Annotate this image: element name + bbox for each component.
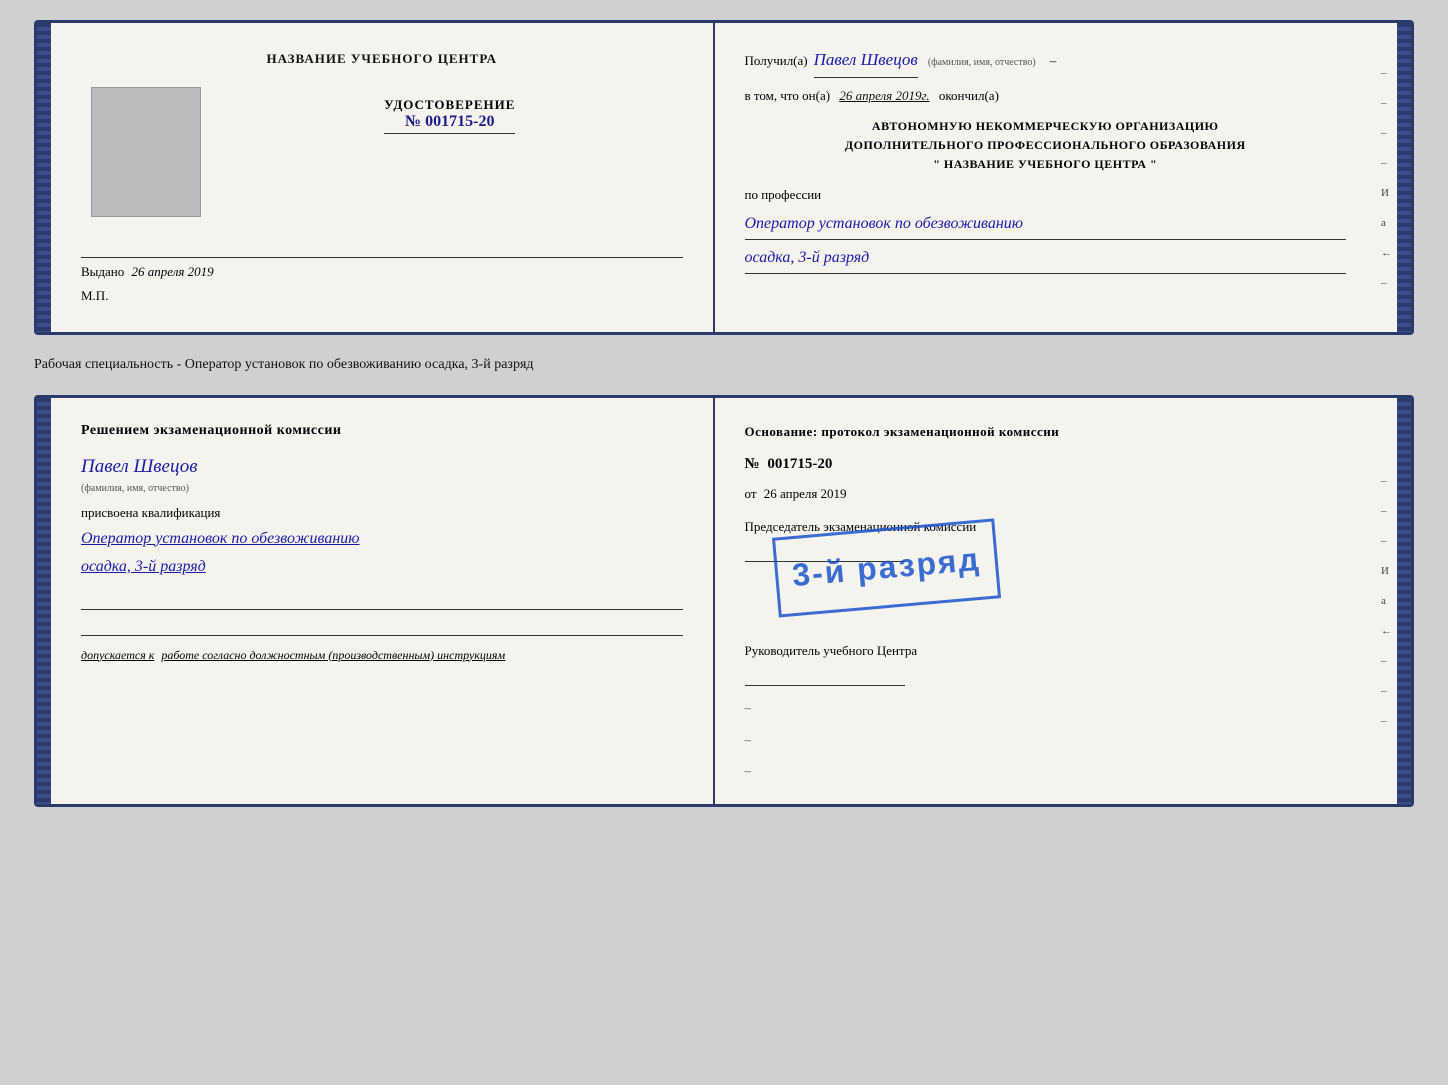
caption-between: Рабочая специальность - Оператор установ… <box>34 353 1414 377</box>
doc2-right-edge: – – – И а ← – – – <box>1376 398 1397 804</box>
sig-line-2 <box>81 614 683 636</box>
stamp-text: 3-й разряд <box>790 541 981 593</box>
doc1-spine <box>37 23 51 332</box>
profession-sub: осадка, 3-й разряд <box>745 244 1347 274</box>
doc1-spine-right <box>1397 23 1411 332</box>
document-2: Решением экзаменационной комиссии Павел … <box>34 395 1414 807</box>
doc2-left-page: Решением экзаменационной комиссии Павел … <box>51 398 715 804</box>
profession-name: Оператор установок по обезвоживанию <box>745 210 1347 240</box>
doc1-center-title: НАЗВАНИЕ УЧЕБНОГО ЦЕНТРА <box>266 51 497 67</box>
qualification-text: Оператор установок по обезвоживанию <box>81 528 683 550</box>
po-professii: по профессии <box>745 183 1347 206</box>
name-block2: Павел Швецов (фамилия, имя, отчество) <box>81 452 683 496</box>
org-block: АВТОНОМНУЮ НЕКОММЕРЧЕСКУЮ ОРГАНИЗАЦИЮ ДО… <box>745 117 1347 175</box>
dash1: – <box>1050 49 1057 72</box>
rukovoditel-sig-line <box>745 664 905 686</box>
dopuskaetsya: допускается к работе согласно должностны… <box>81 646 683 664</box>
photo-placeholder <box>91 87 201 217</box>
poluchil-label: Получил(а) <box>745 49 808 72</box>
qualification-sub: осадка, 3-й разряд <box>81 554 683 580</box>
udostoverenie-number: № 001715-20 <box>384 113 515 134</box>
doc1-right-page: Получил(а) Павел Швецов (фамилия, имя, о… <box>715 23 1377 332</box>
vtom-line: в том, что он(а) 26 апреля 2019г. окончи… <box>745 84 1347 107</box>
recipient-name: Павел Швецов <box>814 45 918 78</box>
doc2-right-page: Основание: протокол экзаменационной коми… <box>715 398 1377 804</box>
doc2-fio-label: (фамилия, имя, отчество) <box>81 481 683 497</box>
received-line: Получил(а) Павел Швецов (фамилия, имя, о… <box>745 45 1347 78</box>
dash-lines: – – – <box>745 696 1347 782</box>
doc2-spine <box>37 398 51 804</box>
udostoverenie-label: УДОСТОВЕРЕНИЕ <box>384 97 515 113</box>
doc1-right-edge: – – – – И а ← – <box>1376 23 1397 332</box>
doc2-spine-right <box>1397 398 1411 804</box>
signature-lines <box>81 588 683 636</box>
prisvoena-line: присвоена квалификация <box>81 503 683 524</box>
udostoverenie-block: УДОСТОВЕРЕНИЕ № 001715-20 <box>384 97 515 134</box>
doc1-left-page: НАЗВАНИЕ УЧЕБНОГО ЦЕНТРА УДОСТОВЕРЕНИЕ №… <box>51 23 715 332</box>
sig-line-1 <box>81 588 683 610</box>
mp-line: М.П. <box>81 288 108 304</box>
doc2-name: Павел Швецов <box>81 452 683 482</box>
protocol-number: № 001715-20 <box>745 451 1347 478</box>
resheniem-title: Решением экзаменационной комиссии <box>81 420 683 442</box>
vydano-line: Выдано 26 апреля 2019 <box>81 257 683 280</box>
ot-date: от 26 апреля 2019 <box>745 482 1347 505</box>
document-1: НАЗВАНИЕ УЧЕБНОГО ЦЕНТРА УДОСТОВЕРЕНИЕ №… <box>34 20 1414 335</box>
fio-label: (фамилия, имя, отчество) <box>928 54 1036 72</box>
osnovanie-title: Основание: протокол экзаменационной коми… <box>745 420 1347 443</box>
rukovoditel-block: Руководитель учебного Центра <box>745 642 1347 686</box>
